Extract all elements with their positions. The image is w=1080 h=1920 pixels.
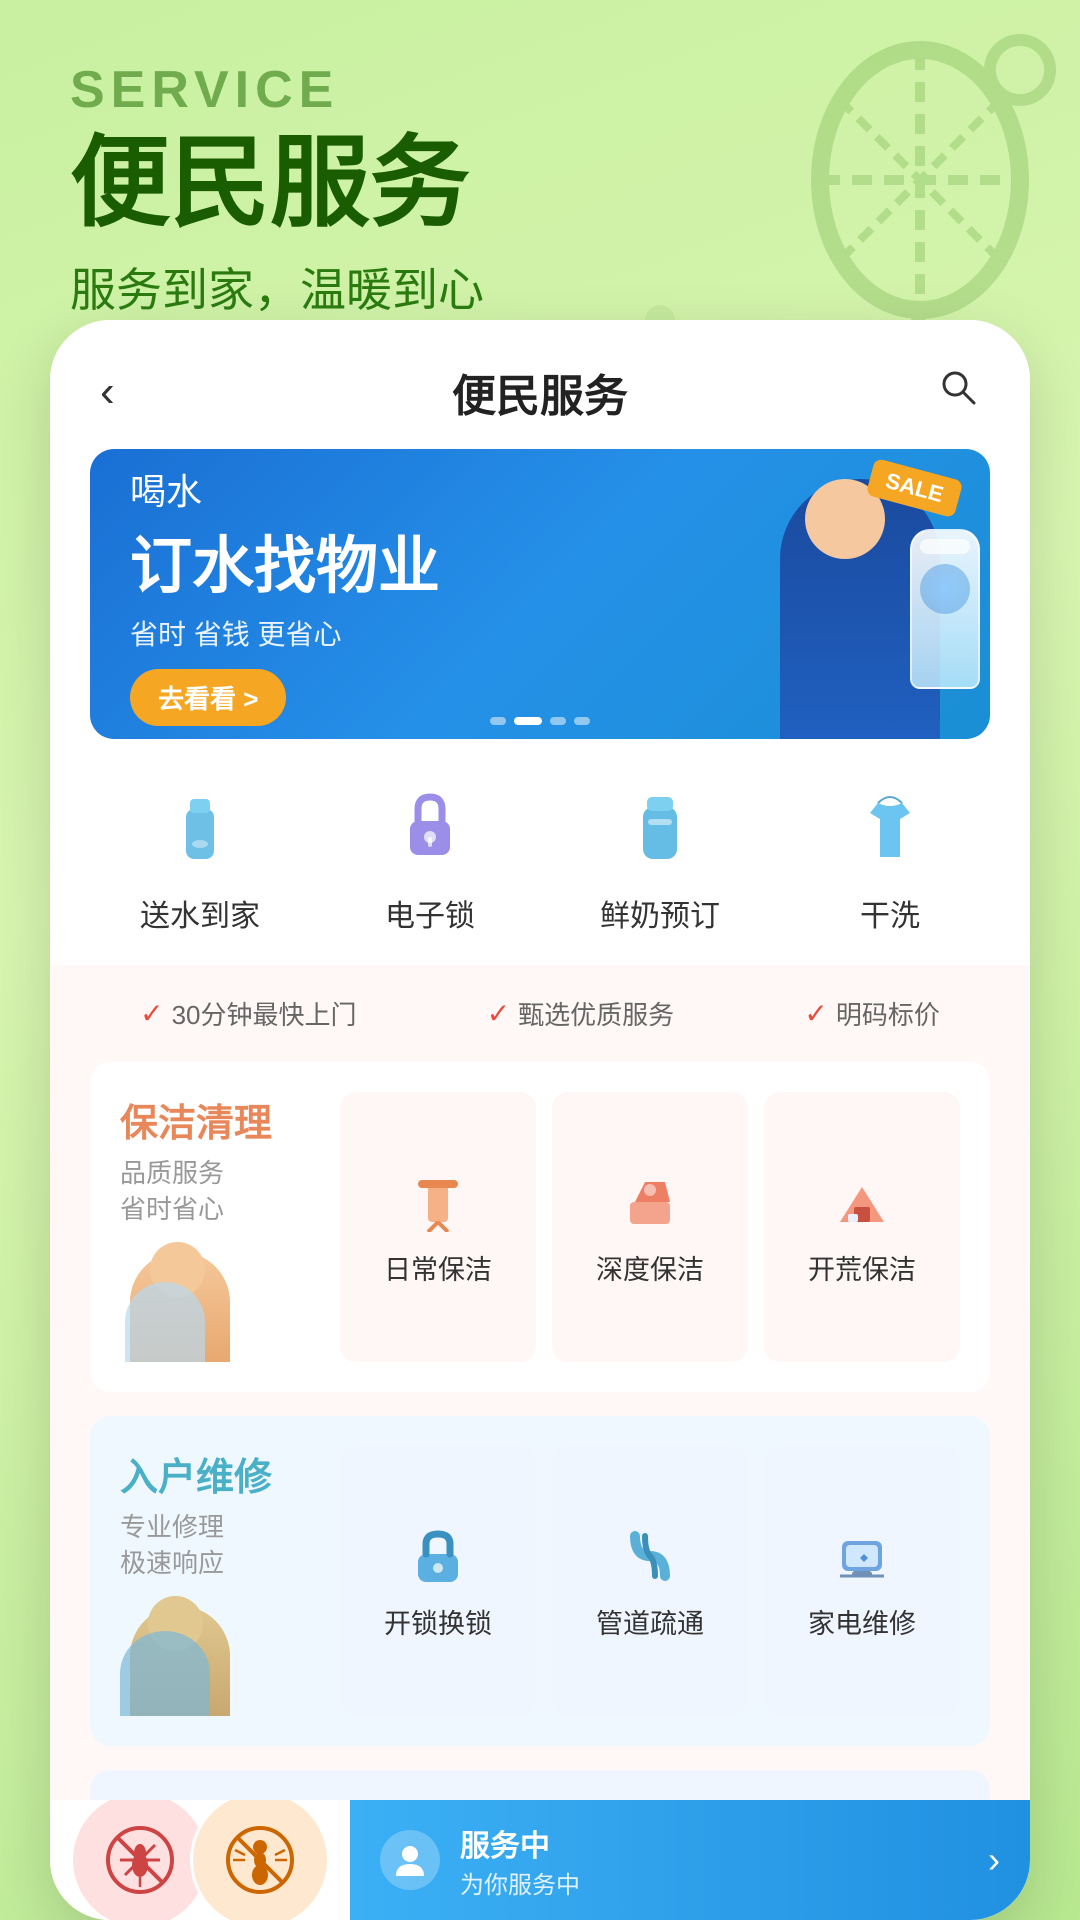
appliance-repair-icon: [826, 1520, 898, 1592]
banner-sub: 省时 省钱 更省心: [130, 613, 670, 653]
locksmith-item[interactable]: 开锁换锁: [340, 1446, 536, 1716]
banner-cta-button[interactable]: 去看看 >: [130, 669, 286, 726]
locksmith-label: 开锁换锁: [384, 1602, 492, 1641]
badge-price-text: 明码标价: [836, 995, 940, 1032]
check-icon-3: ✓: [804, 997, 827, 1030]
service-active-texts: 服务中 为你服务中: [460, 1821, 580, 1900]
page-title: 便民服务: [452, 360, 628, 424]
bottom-strip: 服务中 为你服务中 ›: [50, 1800, 1030, 1920]
quick-services: 送水到家 电子锁 鲜奶预订 干洗: [50, 769, 1030, 965]
back-button[interactable]: ‹: [100, 367, 160, 417]
badge-quality: ✓ 甄选优质服务: [487, 995, 674, 1032]
pipe-icon: [614, 1520, 686, 1592]
service-active-avatar: [380, 1830, 440, 1890]
mosquito-icon: [105, 1825, 175, 1895]
dot-2-active[interactable]: [514, 717, 542, 725]
service-active-sublabel: 为你服务中: [460, 1865, 580, 1900]
banner-dots: [490, 717, 590, 725]
repair-title: 入户维修: [120, 1446, 320, 1501]
renovation-cleaning-label: 开荒保洁: [808, 1248, 916, 1287]
pipe-label: 管道疏通: [596, 1602, 704, 1641]
quick-label-water: 送水到家: [140, 891, 260, 935]
search-button[interactable]: [920, 365, 980, 420]
repair-illustration: [120, 1596, 280, 1716]
cleaning-illustration: [120, 1242, 280, 1362]
locksmith-icon: [402, 1520, 474, 1592]
check-icon-1: ✓: [140, 997, 163, 1030]
pest-circle-1: [70, 1800, 210, 1920]
badge-fast: ✓ 30分钟最快上门: [140, 995, 356, 1032]
cleaning-left: 保洁清理 品质服务省时省心: [120, 1092, 320, 1362]
daily-cleaning-item[interactable]: 日常保洁: [340, 1092, 536, 1362]
repair-items: 开锁换锁 管道疏通 家电维修: [340, 1446, 960, 1716]
appliance-repair-item[interactable]: 家电维修: [764, 1446, 960, 1716]
deep-cleaning-item[interactable]: 深度保洁: [552, 1092, 748, 1362]
lock-icon: [380, 779, 480, 879]
service-active-label: 服务中: [460, 1821, 580, 1865]
deep-cleaning-icon: [614, 1166, 686, 1238]
banner-illustration: SALE: [710, 449, 990, 739]
daily-cleaning-icon: [402, 1166, 474, 1238]
banner[interactable]: 喝水 订水找物业 省时 省钱 更省心 去看看 >: [90, 449, 990, 739]
quick-item-milk[interactable]: 鲜奶预订: [600, 779, 720, 935]
badge-price: ✓ 明码标价: [804, 995, 939, 1032]
hero-subtitle: 服务到家，温暖到心: [70, 254, 1010, 320]
water-icon: [150, 779, 250, 879]
cleaning-title: 保洁清理: [120, 1092, 320, 1147]
phone-frame: ‹ 便民服务 喝水 订水找物业 省时 省钱 更省心 去看看 >: [50, 320, 1030, 1920]
pest-icons: [50, 1800, 330, 1920]
services-section: ✓ 30分钟最快上门 ✓ 甄选优质服务 ✓ 明码标价 保洁清理 品质服务省时省: [50, 965, 1030, 1920]
cleaning-items: 日常保洁 深度保洁 开荒保洁: [340, 1092, 960, 1362]
quick-label-shirt: 干洗: [860, 891, 920, 935]
cleaning-category: 保洁清理 品质服务省时省心: [90, 1062, 990, 1392]
dot-1[interactable]: [490, 717, 506, 725]
pipe-item[interactable]: 管道疏通: [552, 1446, 748, 1716]
ant-icon: [225, 1825, 295, 1895]
check-icon-2: ✓: [487, 997, 510, 1030]
appliance-repair-label: 家电维修: [808, 1602, 916, 1641]
badge-fast-text: 30分钟最快上门: [172, 995, 357, 1032]
banner-text: 喝水 订水找物业 省时 省钱 更省心 去看看 >: [90, 449, 710, 739]
service-active-banner[interactable]: 服务中 为你服务中 ›: [350, 1800, 1030, 1920]
shirt-icon: [840, 779, 940, 879]
repair-left: 入户维修 专业修理极速响应: [120, 1446, 320, 1716]
hero-title: 便民服务: [70, 128, 1010, 238]
deep-cleaning-label: 深度保洁: [596, 1248, 704, 1287]
hero-section: SERVICE 便民服务 服务到家，温暖到心: [0, 0, 1080, 360]
milk-icon: [610, 779, 710, 879]
quick-item-lock[interactable]: 电子锁: [380, 779, 480, 935]
feature-badges: ✓ 30分钟最快上门 ✓ 甄选优质服务 ✓ 明码标价: [90, 995, 990, 1032]
cleaning-desc: 品质服务省时省心: [120, 1155, 320, 1228]
banner-title-sm: 喝水 订水找物业: [130, 463, 670, 605]
dot-4[interactable]: [574, 717, 590, 725]
quick-item-shirt[interactable]: 干洗: [840, 779, 940, 935]
quick-label-lock: 电子锁: [385, 891, 475, 935]
quick-label-milk: 鲜奶预订: [600, 891, 720, 935]
renovation-cleaning-icon: [826, 1166, 898, 1238]
hero-service-label: SERVICE: [70, 60, 1010, 120]
dot-3[interactable]: [550, 717, 566, 725]
badge-quality-text: 甄选优质服务: [518, 995, 674, 1032]
pest-circle-2: [190, 1800, 330, 1920]
quick-item-water[interactable]: 送水到家: [140, 779, 260, 935]
service-arrow-icon: ›: [988, 1839, 1000, 1881]
repair-category: 入户维修 专业修理极速响应 开锁换锁: [90, 1416, 990, 1746]
phone-inner: ‹ 便民服务 喝水 订水找物业 省时 省钱 更省心 去看看 >: [50, 320, 1030, 1920]
renovation-cleaning-item[interactable]: 开荒保洁: [764, 1092, 960, 1362]
daily-cleaning-label: 日常保洁: [384, 1248, 492, 1287]
repair-desc: 专业修理极速响应: [120, 1509, 320, 1582]
